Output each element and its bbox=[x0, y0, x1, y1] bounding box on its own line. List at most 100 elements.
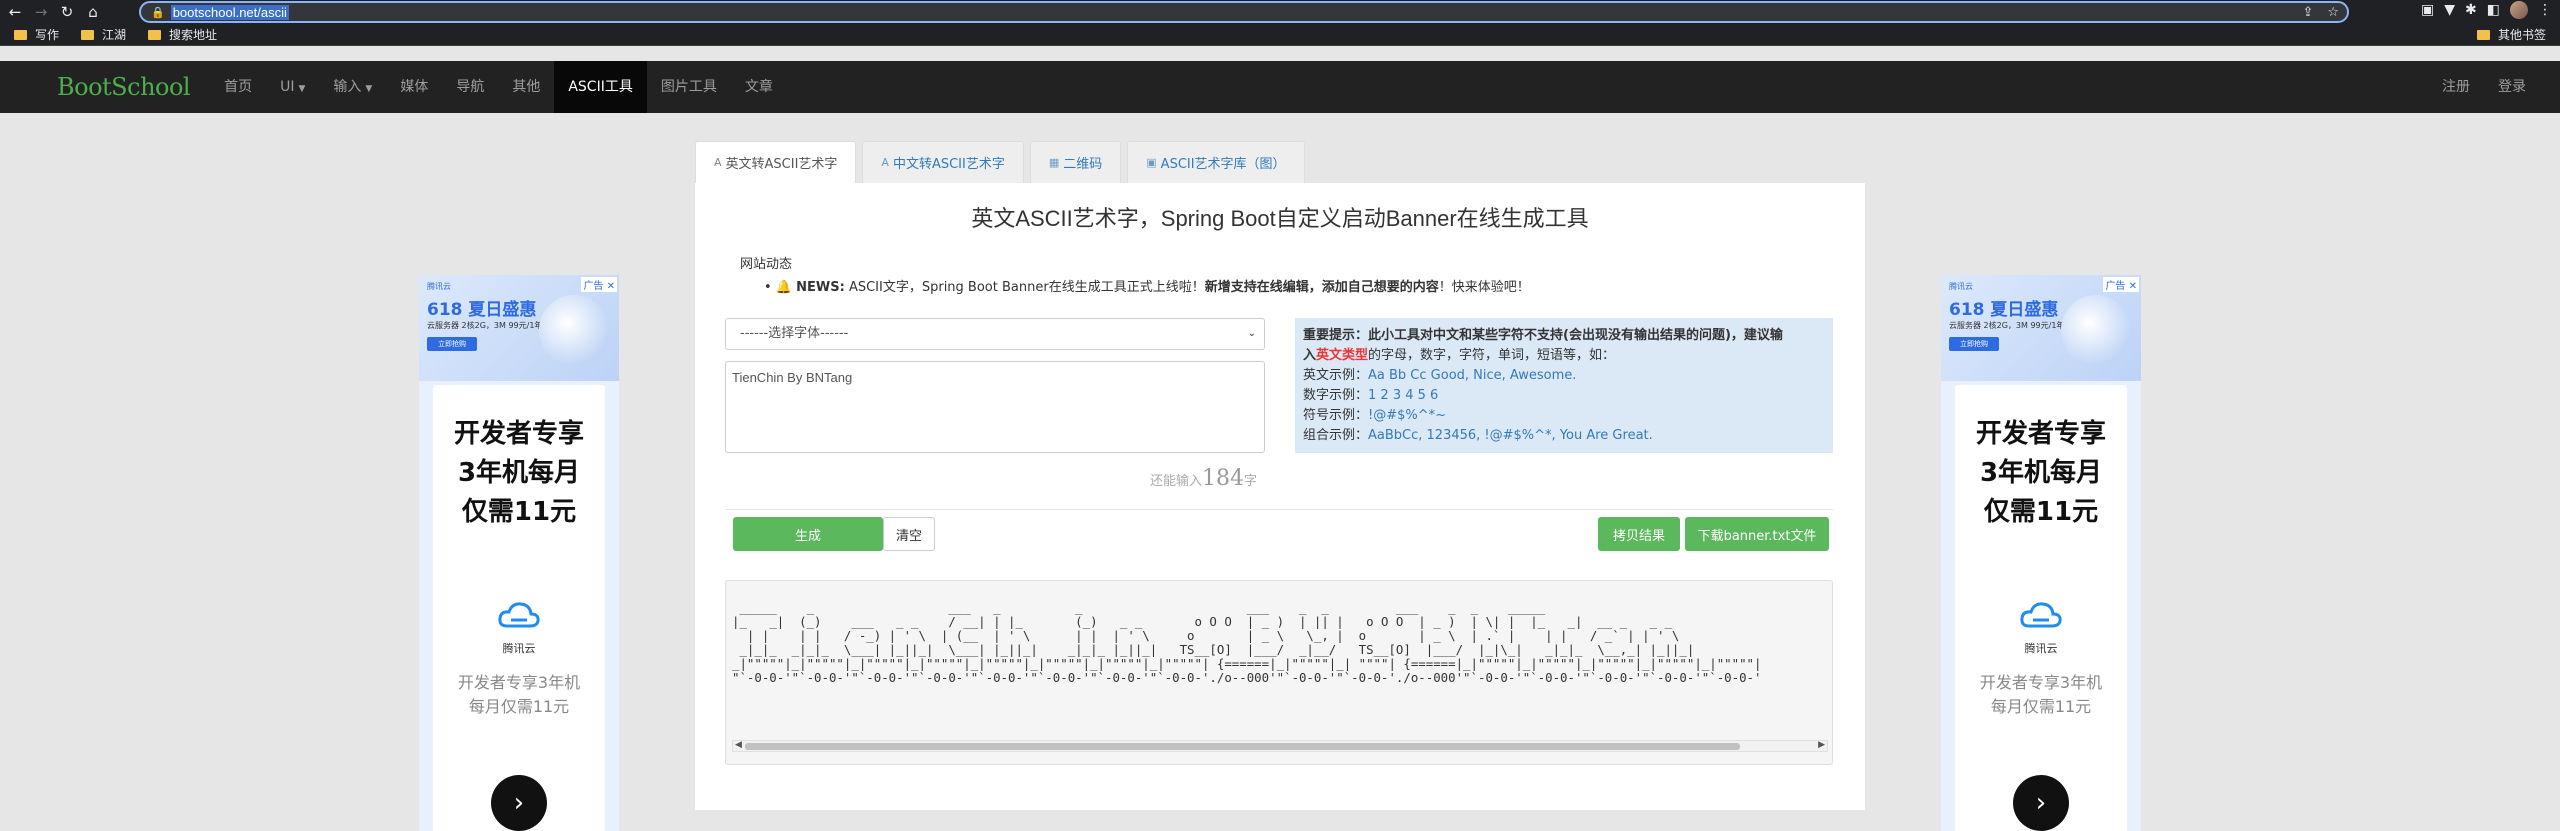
tips-example-num: 数字示例：1 2 3 4 5 6 bbox=[1303, 388, 1439, 403]
ascii-output[interactable]: _____ _ ___ _ _ ___ _ _ ___ _ _ _____ |_… bbox=[725, 580, 1833, 765]
tool-tabs: A 英文转ASCII艺术字 A 中文转ASCII艺术字 ▦ 二维码 ▣ ASCII艺术字… bbox=[695, 141, 1311, 183]
bookmark-folder[interactable]: 写作 bbox=[14, 26, 59, 43]
nav-image-tools[interactable]: 图片工具 bbox=[647, 61, 731, 113]
folder-icon bbox=[14, 29, 27, 40]
tab-ascii-library[interactable]: ▣ ASCII艺术字库（图） bbox=[1127, 141, 1305, 183]
scroll-right-icon[interactable]: ▶ bbox=[1818, 740, 1825, 750]
home-icon[interactable]: ⌂ bbox=[82, 1, 104, 23]
ad-big-text: 开发者专享3年机每月仅需11元 bbox=[1975, 419, 2106, 527]
font-icon: A bbox=[881, 156, 889, 169]
horizontal-scrollbar[interactable]: ◀ ▶ bbox=[732, 740, 1828, 752]
ad-brand: 腾讯云 bbox=[1949, 282, 1973, 291]
share-icon[interactable]: ⇪ bbox=[2302, 5, 2313, 20]
tips-line-2: 入英文类型的字母，数字，字符，单词，短语等，如： bbox=[1303, 348, 1616, 363]
nav-input[interactable]: 输入 ▼ bbox=[319, 61, 386, 113]
qrcode-icon: ▦ bbox=[1048, 156, 1060, 169]
register-link[interactable]: 注册 bbox=[2428, 61, 2484, 113]
nav-other[interactable]: 其他 bbox=[498, 61, 554, 113]
ad-big-text: 开发者专享3年机每月仅需11元 bbox=[453, 419, 584, 527]
folder-icon bbox=[81, 29, 95, 40]
ad-cta-button[interactable]: 立即抢购 bbox=[1949, 337, 1999, 351]
scrollbar-thumb[interactable] bbox=[745, 743, 1740, 750]
extensions-bar: ▣ ▼ ✱ ◧ ⋮ bbox=[2421, 1, 2552, 19]
tab-english-ascii[interactable]: A 英文转ASCII艺术字 bbox=[695, 141, 857, 183]
nav-media[interactable]: 媒体 bbox=[386, 61, 442, 113]
page-title: 英文ASCII艺术字，Spring Boot自定义启动Banner在线生成工具 bbox=[971, 206, 1589, 231]
news-section: 网站动态 • 🔔 NEWS: ASCII文字，Spring Boot Banne… bbox=[740, 253, 1530, 295]
bookmark-folder[interactable]: 搜索地址 bbox=[148, 26, 217, 43]
ad-badge[interactable]: 广告 ✕ bbox=[581, 277, 617, 292]
menu-icon[interactable]: ⋮ bbox=[2538, 2, 2552, 18]
ad-left[interactable]: 腾讯云 618 夏日盛惠 云服务器 2核2G，3M 99元/1年 立即抢购 广告… bbox=[419, 275, 619, 831]
ad-sub: 云服务器 2核2G，3M 99元/1年 bbox=[1949, 321, 2065, 330]
ascii-art-text: _____ _ ___ _ _ ___ _ _ ___ _ _ _____ |_… bbox=[732, 600, 1762, 685]
nav-ascii-tools[interactable]: ASCII工具 bbox=[554, 61, 647, 113]
profile-avatar[interactable] bbox=[2510, 1, 2528, 19]
caret-down-icon: ▼ bbox=[298, 84, 306, 94]
tencent-cloud-icon bbox=[2020, 602, 2062, 628]
clear-button[interactable]: 清空 bbox=[883, 517, 935, 551]
tips-box: 重要提示：此小工具对中文和某些字符不支持(会出现没有输出结果的问题)，建议输 入… bbox=[1295, 318, 1833, 453]
font-select[interactable]: ------选择字体------ ⌄ bbox=[725, 318, 1265, 350]
sidepanel-icon[interactable]: ◧ bbox=[2487, 2, 2500, 18]
text-input[interactable]: TienChin By BNTang bbox=[725, 361, 1265, 453]
nav-navigation[interactable]: 导航 bbox=[442, 61, 498, 113]
back-icon[interactable]: ← bbox=[4, 1, 26, 23]
site-navbar: BootSchool 首页 UI ▼ 输入 ▼ 媒体 导航 其他 ASCII工具 图… bbox=[0, 61, 2560, 113]
tab-chinese-ascii[interactable]: A 中文转ASCII艺术字 bbox=[862, 141, 1024, 183]
bookmark-folder[interactable]: 江湖 bbox=[81, 26, 126, 43]
scroll-left-icon[interactable]: ◀ bbox=[735, 740, 742, 750]
bookmarks-bar: 写作 江湖 搜索地址 其他书签 bbox=[0, 24, 2560, 46]
close-icon[interactable]: ✕ bbox=[2125, 281, 2137, 292]
bookmark-other[interactable]: 其他书签 bbox=[2476, 26, 2546, 43]
nav-home[interactable]: 首页 bbox=[210, 61, 266, 113]
reload-icon[interactable]: ↻ bbox=[56, 1, 78, 23]
ad-cta-button[interactable]: 立即抢购 bbox=[427, 337, 477, 351]
ad-logo-text: 腾讯云 bbox=[2024, 642, 2058, 655]
chevron-down-icon: ⌄ bbox=[1247, 328, 1256, 339]
ad-card[interactable]: 开发者专享3年机每月仅需11元 腾讯云 开发者专享3年机每月仅需11元 › bbox=[433, 385, 605, 831]
ad-badge[interactable]: 广告 ✕ bbox=[2103, 277, 2139, 292]
tips-line-1: 重要提示：此小工具对中文和某些字符不支持(会出现没有输出结果的问题)，建议输 bbox=[1303, 328, 1783, 343]
generate-button[interactable]: 生成 bbox=[733, 517, 883, 551]
image-icon: ▣ bbox=[1146, 156, 1157, 169]
ad-sub: 云服务器 2核2G，3M 99元/1年 bbox=[427, 321, 543, 330]
ad-right[interactable]: 腾讯云 618 夏日盛惠 云服务器 2核2G，3M 99元/1年 立即抢购 广告… bbox=[1941, 275, 2141, 831]
puzzle-icon[interactable]: ✱ bbox=[2465, 2, 2477, 18]
browser-toolbar: ← → ↻ ⌂ 🔒 bootschool.net/ascii ⇪ ☆ ▣ ▼ ✱… bbox=[0, 0, 2560, 24]
tencent-cloud-icon bbox=[498, 602, 540, 628]
bell-icon: 🔔 bbox=[775, 280, 792, 295]
forward-icon[interactable]: → bbox=[30, 1, 52, 23]
tips-example-sym: 符号示例：!@#$%^*~ bbox=[1303, 408, 1447, 423]
nav-articles[interactable]: 文章 bbox=[731, 61, 787, 113]
bullet: • bbox=[764, 280, 772, 295]
chevron-right-icon[interactable]: › bbox=[491, 775, 547, 831]
vue-devtools-icon[interactable]: ▼ bbox=[2444, 2, 2455, 18]
nav-auth: 注册 登录 bbox=[2428, 61, 2540, 113]
chevron-right-icon[interactable]: › bbox=[2013, 775, 2069, 831]
extension-icon[interactable]: ▣ bbox=[2421, 2, 2434, 18]
ad-banner[interactable]: 腾讯云 618 夏日盛惠 云服务器 2核2G，3M 99元/1年 立即抢购 广告… bbox=[419, 275, 619, 381]
ad-decoration bbox=[2061, 295, 2131, 365]
star-icon[interactable]: ☆ bbox=[2327, 5, 2339, 20]
tab-qrcode[interactable]: ▦ 二维码 bbox=[1029, 141, 1122, 183]
main-panel: 英文ASCII艺术字，Spring Boot自定义启动Banner在线生成工具 … bbox=[695, 183, 1865, 810]
download-banner-button[interactable]: 下载banner.txt文件 bbox=[1685, 517, 1829, 551]
login-link[interactable]: 登录 bbox=[2484, 61, 2540, 113]
address-bar[interactable]: 🔒 bootschool.net/ascii ⇪ ☆ bbox=[139, 1, 2349, 23]
site-logo[interactable]: BootSchool bbox=[57, 73, 191, 101]
caret-down-icon: ▼ bbox=[365, 84, 373, 94]
ad-banner[interactable]: 腾讯云 618 夏日盛惠 云服务器 2核2G，3M 99元/1年 立即抢购 广告… bbox=[1941, 275, 2141, 381]
url-actions: ⇪ ☆ bbox=[2302, 5, 2339, 20]
font-icon: A bbox=[714, 156, 722, 169]
url-text[interactable]: bootschool.net/ascii bbox=[170, 4, 289, 20]
ad-card[interactable]: 开发者专享3年机每月仅需11元 腾讯云 开发者专享3年机每月仅需11元 › bbox=[1955, 385, 2127, 831]
nav-ui[interactable]: UI ▼ bbox=[266, 61, 319, 113]
ad-small-text: 开发者专享3年机每月仅需11元 bbox=[1979, 673, 2103, 716]
close-icon[interactable]: ✕ bbox=[603, 281, 615, 292]
lock-icon: 🔒 bbox=[151, 5, 165, 19]
folder-icon bbox=[148, 29, 162, 40]
news-item: • 🔔 NEWS: ASCII文字，Spring Boot Banner在线生成… bbox=[764, 280, 1530, 295]
ad-brand: 腾讯云 bbox=[427, 282, 451, 291]
copy-result-button[interactable]: 拷贝结果 bbox=[1598, 517, 1680, 551]
